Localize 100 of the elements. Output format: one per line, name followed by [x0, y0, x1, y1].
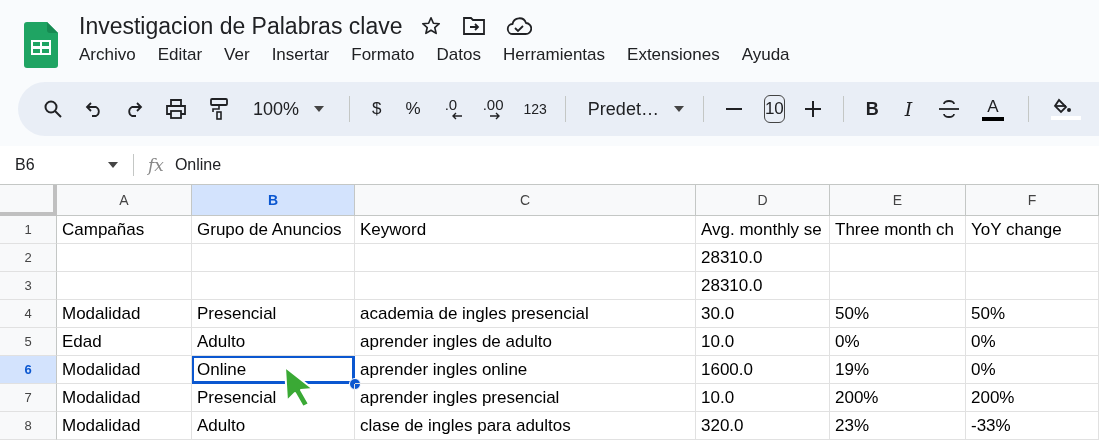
print-icon[interactable]: [165, 99, 187, 119]
column-header[interactable]: D: [696, 185, 830, 216]
row-header[interactable]: 2: [0, 244, 57, 272]
menu-item[interactable]: Herramientas: [503, 45, 606, 65]
decrease-decimal-button[interactable]: .0: [444, 98, 463, 120]
italic-button[interactable]: I: [904, 98, 913, 120]
fill-bucket-icon[interactable]: [1050, 98, 1081, 120]
menu-item[interactable]: Extensiones: [627, 45, 720, 65]
table-cell[interactable]: [830, 272, 966, 300]
table-cell[interactable]: 200%: [966, 384, 1099, 412]
table-cell[interactable]: 30.0: [696, 300, 830, 328]
row-header[interactable]: 1: [0, 216, 57, 244]
currency-button[interactable]: $: [372, 99, 382, 119]
table-cell[interactable]: Modalidad: [57, 356, 192, 384]
table-cell[interactable]: 28310.0: [696, 244, 830, 272]
menu-item[interactable]: Archivo: [79, 45, 136, 65]
table-cell[interactable]: Grupo de Anuncios: [192, 216, 355, 244]
table-cell[interactable]: 10.0: [696, 384, 830, 412]
table-cell[interactable]: 1600.0: [696, 356, 830, 384]
table-cell[interactable]: clase de ingles para adultos: [355, 412, 696, 440]
redo-icon[interactable]: [125, 101, 143, 117]
table-cell[interactable]: Campañas: [57, 216, 192, 244]
strikethrough-icon[interactable]: [938, 100, 961, 118]
star-icon[interactable]: [420, 15, 443, 37]
document-title[interactable]: Investigacion de Palabras clave: [79, 12, 403, 40]
spreadsheet-logo-icon[interactable]: [24, 22, 58, 68]
table-cell[interactable]: [57, 244, 192, 272]
menu-item[interactable]: Ver: [224, 45, 250, 65]
folder-icon[interactable]: [462, 16, 487, 36]
table-cell[interactable]: 200%: [830, 384, 966, 412]
table-cell[interactable]: aprender ingles de adulto: [355, 328, 696, 356]
table-cell[interactable]: 320.0: [696, 412, 830, 440]
table-cell[interactable]: [966, 272, 1099, 300]
table-cell[interactable]: Avg. monthly se: [696, 216, 830, 244]
menu-item[interactable]: Editar: [157, 45, 203, 65]
search-icon[interactable]: [43, 99, 63, 119]
table-cell[interactable]: Adulto: [192, 412, 355, 440]
zoom-dropdown[interactable]: 100%: [253, 98, 326, 120]
font-size-field[interactable]: 10: [763, 95, 785, 123]
name-box[interactable]: B6: [15, 156, 107, 174]
font-dropdown[interactable]: Predet…: [587, 98, 685, 120]
table-cell[interactable]: [192, 244, 355, 272]
table-cell[interactable]: [355, 244, 696, 272]
table-cell[interactable]: 0%: [966, 356, 1099, 384]
table-cell[interactable]: Presencial: [192, 300, 355, 328]
table-cell[interactable]: 0%: [966, 328, 1099, 356]
table-cell[interactable]: aprender ingles presencial: [355, 384, 696, 412]
table-cell[interactable]: Modalidad: [57, 384, 192, 412]
table-cell[interactable]: YoY change: [966, 216, 1099, 244]
table-cell[interactable]: [192, 272, 355, 300]
minus-icon[interactable]: [725, 108, 742, 110]
column-header[interactable]: B: [192, 185, 355, 216]
table-cell[interactable]: 50%: [830, 300, 966, 328]
row-header[interactable]: 3: [0, 272, 57, 300]
row-header[interactable]: 8: [0, 412, 57, 440]
number-format-button[interactable]: 123: [523, 101, 547, 117]
column-header[interactable]: C: [355, 185, 696, 216]
table-cell[interactable]: Adulto: [192, 328, 355, 356]
table-cell[interactable]: 10.0: [696, 328, 830, 356]
table-cell[interactable]: Online: [192, 356, 355, 384]
table-cell[interactable]: [57, 272, 192, 300]
caret-icon[interactable]: [107, 161, 119, 169]
row-header[interactable]: 7: [0, 384, 57, 412]
row-header[interactable]: 6: [0, 356, 57, 384]
menu-item[interactable]: Datos: [436, 45, 481, 65]
table-cell[interactable]: 28310.0: [696, 272, 830, 300]
table-cell[interactable]: Edad: [57, 328, 192, 356]
cloud-check-icon[interactable]: [506, 17, 533, 35]
undo-icon[interactable]: [85, 101, 103, 117]
table-cell[interactable]: [966, 244, 1099, 272]
table-cell[interactable]: -33%: [966, 412, 1099, 440]
plus-icon[interactable]: [804, 101, 821, 117]
table-cell[interactable]: 19%: [830, 356, 966, 384]
table-cell[interactable]: aprender ingles online: [355, 356, 696, 384]
table-cell[interactable]: [830, 244, 966, 272]
menu-item[interactable]: Formato: [351, 45, 415, 65]
percent-button[interactable]: %: [405, 99, 421, 119]
column-header[interactable]: F: [966, 185, 1099, 216]
table-cell[interactable]: Three month ch: [830, 216, 966, 244]
table-cell[interactable]: Modalidad: [57, 300, 192, 328]
table-cell[interactable]: academia de ingles presencial: [355, 300, 696, 328]
menu-item[interactable]: Ayuda: [741, 45, 790, 65]
table-cell[interactable]: 50%: [966, 300, 1099, 328]
column-header[interactable]: E: [830, 185, 966, 216]
table-cell[interactable]: [355, 272, 696, 300]
right-arrow-icon: [488, 112, 501, 120]
table-cell[interactable]: 0%: [830, 328, 966, 356]
bold-button[interactable]: B: [865, 98, 879, 120]
table-cell[interactable]: Keyword: [355, 216, 696, 244]
fill-handle[interactable]: [349, 378, 361, 390]
table-cell[interactable]: Modalidad: [57, 412, 192, 440]
menu-item[interactable]: Insertar: [271, 45, 330, 65]
table-cell[interactable]: 23%: [830, 412, 966, 440]
row-header[interactable]: 5: [0, 328, 57, 356]
row-header[interactable]: 4: [0, 300, 57, 328]
paint-roller-icon[interactable]: [209, 98, 229, 120]
increase-decimal-button[interactable]: .00: [482, 98, 504, 120]
text-color-button[interactable]: A: [982, 97, 1004, 121]
formula-input[interactable]: Online: [174, 156, 222, 174]
column-header[interactable]: A: [57, 185, 192, 216]
